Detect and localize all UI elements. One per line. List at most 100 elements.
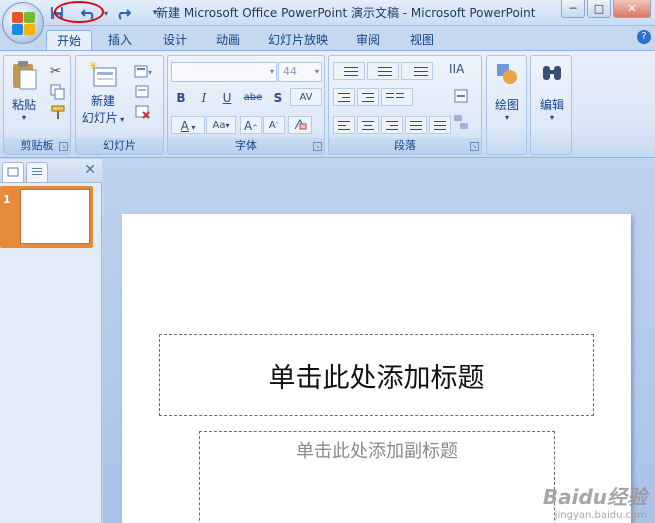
char-spacing-button[interactable]: AV: [290, 88, 322, 106]
slides-pane: ✕ 1: [0, 159, 102, 523]
outline-tab-icon[interactable]: [26, 162, 48, 182]
distribute-button[interactable]: [429, 116, 451, 134]
grow-font-button[interactable]: A^: [240, 116, 262, 134]
paragraph-launcher-icon[interactable]: ↘: [470, 142, 479, 151]
editing-label: 编辑: [539, 98, 564, 112]
find-binoculars-icon: [540, 62, 564, 86]
bullets-button[interactable]: [333, 62, 365, 80]
decrease-indent-button[interactable]: [333, 88, 355, 106]
paragraph-group-label: 段落: [329, 138, 481, 154]
numbering-button[interactable]: [367, 62, 399, 80]
align-center-button[interactable]: [357, 116, 379, 134]
shadow-button[interactable]: S: [268, 88, 288, 106]
clear-format-icon[interactable]: [288, 116, 312, 134]
window-title: 新建 Microsoft Office PowerPoint 演示文稿 - Mi…: [156, 6, 536, 20]
slides-group: ✳ 新建 幻灯片 ▾ ▾ 幻灯片: [75, 55, 164, 155]
pane-close-icon[interactable]: ✕: [84, 162, 96, 178]
shapes-icon: [495, 62, 519, 86]
text-direction-icon[interactable]: IIA: [449, 62, 465, 78]
font-group: ▾ 44 ▾ B I U abe S AV A ▾ Aa▾ A^ Aˇ 字体 ↘: [167, 55, 325, 155]
slide-thumbnail[interactable]: [20, 189, 90, 244]
cut-icon[interactable]: ✂: [50, 64, 66, 80]
align-text-icon[interactable]: [453, 88, 469, 104]
watermark-brand: Baidu经验: [542, 485, 647, 509]
justify-button[interactable]: [405, 116, 427, 134]
strikethrough-button[interactable]: abe: [240, 88, 266, 106]
minimize-button[interactable]: ─: [561, 0, 585, 18]
clipboard-group: 粘贴 ▾ ✂ 剪贴板 ↘: [3, 55, 71, 155]
smartart-icon[interactable]: [453, 114, 469, 130]
italic-button[interactable]: I: [194, 88, 214, 106]
drawing-button[interactable]: 绘图 ▾: [489, 62, 525, 122]
close-button[interactable]: ✕: [613, 0, 651, 18]
drawing-dropdown-icon: ▾: [504, 113, 509, 122]
new-slide-button[interactable]: ✳ 新建 幻灯片 ▾: [78, 59, 128, 126]
slide-number: 1: [3, 193, 11, 206]
align-left-button[interactable]: [333, 116, 355, 134]
grow-font-arrow-icon: ^: [252, 124, 259, 132]
office-button[interactable]: [2, 2, 44, 44]
bold-button[interactable]: B: [171, 88, 191, 106]
tab-review[interactable]: 审阅: [348, 30, 388, 50]
shrink-font-label: A: [268, 120, 276, 131]
layout-icon[interactable]: ▾: [134, 64, 152, 80]
font-color-button[interactable]: A ▾: [171, 116, 205, 134]
format-painter-icon[interactable]: [50, 104, 66, 120]
title-placeholder[interactable]: 单击此处添加标题: [159, 334, 594, 416]
font-group-label: 字体: [168, 138, 324, 154]
ribbon: 粘贴 ▾ ✂ 剪贴板 ↘ ✳ 新建 幻灯片 ▾ ▾ 幻灯片 ▾ 44 ▾ B I…: [0, 50, 655, 158]
align-right-button[interactable]: [381, 116, 403, 134]
paragraph-group: IIA 段落 ↘: [328, 55, 482, 155]
shrink-font-button[interactable]: Aˇ: [263, 116, 285, 134]
increase-indent-button[interactable]: [357, 88, 379, 106]
maximize-button[interactable]: □: [587, 0, 611, 18]
slide-workspace: 单击此处添加标题 单击此处添加副标题 Baidu经验 jingyan.baidu…: [103, 159, 655, 523]
new-slide-label-text: 幻灯片: [81, 111, 118, 125]
tab-design[interactable]: 设计: [155, 30, 195, 50]
drawing-group: 绘图 ▾: [486, 55, 527, 155]
grow-font-label: A: [243, 119, 253, 133]
font-color-dropdown-icon: ▾: [188, 123, 196, 132]
svg-text:▾: ▾: [148, 68, 152, 77]
paste-button[interactable]: 粘贴 ▾: [6, 60, 42, 122]
tab-home[interactable]: 开始: [46, 30, 92, 51]
paste-label: 粘贴: [11, 98, 36, 112]
font-color-label: A: [180, 119, 189, 133]
clipboard-launcher-icon[interactable]: ↘: [59, 142, 68, 151]
copy-icon[interactable]: [50, 84, 66, 100]
tab-slideshow[interactable]: 幻灯片放映: [262, 30, 334, 50]
baidu-watermark: Baidu经验 jingyan.baidu.com: [543, 481, 647, 521]
editing-button[interactable]: 编辑 ▾: [533, 62, 571, 122]
columns-button[interactable]: [381, 88, 413, 106]
slides-group-label: 幻灯片: [76, 138, 163, 154]
slide-canvas[interactable]: 单击此处添加标题 单击此处添加副标题: [122, 214, 631, 523]
tab-view[interactable]: 视图: [402, 30, 442, 50]
tab-insert[interactable]: 插入: [100, 30, 140, 50]
change-case-button[interactable]: Aa▾: [206, 116, 236, 134]
subtitle-placeholder[interactable]: 单击此处添加副标题: [199, 431, 555, 523]
underline-button[interactable]: U: [217, 88, 237, 106]
redo-icon[interactable]: [114, 4, 132, 22]
new-slide-icon: ✳: [88, 59, 118, 90]
help-icon[interactable]: ?: [637, 30, 651, 44]
watermark-url: jingyan.baidu.com: [554, 510, 647, 521]
delete-slide-icon[interactable]: [134, 104, 150, 120]
font-size-dropdown[interactable]: 44 ▾: [278, 62, 322, 82]
reset-slide-icon[interactable]: [134, 84, 150, 100]
font-name-dropdown[interactable]: ▾: [171, 62, 277, 82]
change-case-dropdown-icon: ▾: [225, 121, 230, 130]
paste-dropdown-icon[interactable]: ▾: [6, 113, 42, 122]
editing-dropdown-icon: ▾: [549, 113, 554, 122]
office-logo-icon: [12, 12, 36, 36]
undo-annotation-circle: [54, 1, 104, 23]
new-slide-label-1: 新建: [90, 94, 115, 108]
font-launcher-icon[interactable]: ↘: [313, 142, 322, 151]
editing-group: 编辑 ▾: [530, 55, 572, 155]
new-slide-dropdown-icon: ▾: [117, 115, 125, 124]
tab-animation[interactable]: 动画: [208, 30, 248, 50]
shrink-font-arrow-icon: ˇ: [275, 122, 280, 130]
font-size-arrow-icon: ▾: [314, 67, 319, 76]
line-spacing-button[interactable]: [401, 62, 433, 80]
paste-icon: [9, 60, 39, 90]
slides-tab-icon[interactable]: [2, 162, 24, 182]
